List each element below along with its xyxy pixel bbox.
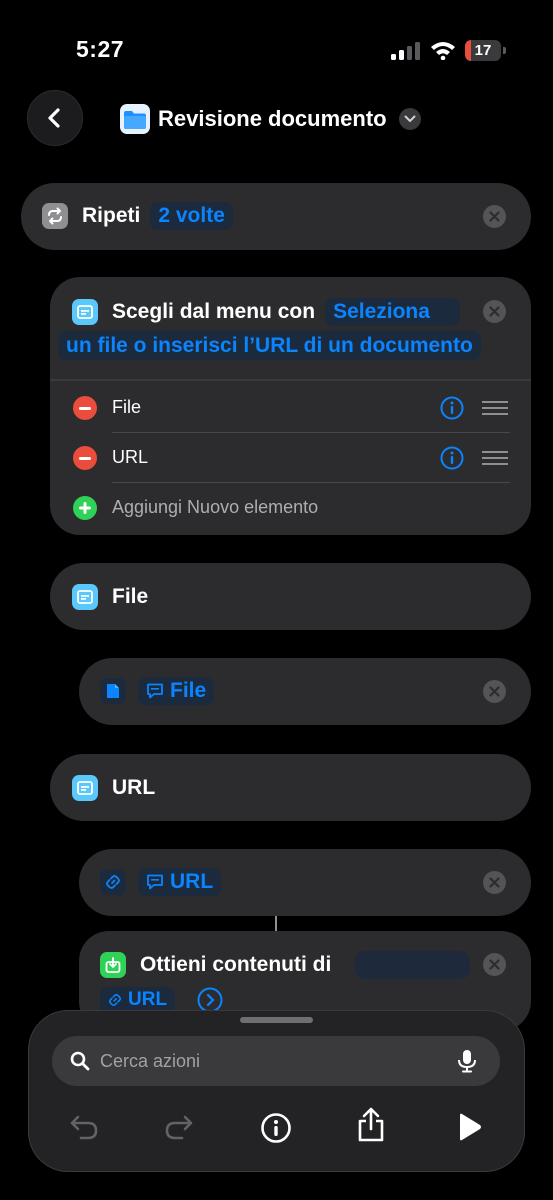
get-contents-url-label: URL (128, 989, 168, 1010)
download-icon (100, 952, 126, 978)
menu-item-url[interactable]: URL (112, 447, 148, 468)
search-icon (70, 1051, 90, 1071)
remove-repeat-button[interactable] (483, 205, 506, 228)
wifi-icon (431, 42, 455, 60)
choose-menu-icon (72, 299, 98, 325)
shortcut-title-menu[interactable]: Revisione documento (120, 100, 421, 138)
file-variable-label: File (170, 679, 207, 702)
close-icon (489, 306, 500, 317)
info-icon[interactable] (440, 446, 464, 470)
info-button[interactable] (258, 1110, 294, 1146)
reorder-handle-icon[interactable] (482, 450, 508, 466)
search-actions-field[interactable]: Cerca azioni (52, 1036, 500, 1086)
undo-button[interactable] (66, 1109, 102, 1145)
info-icon (261, 1113, 291, 1143)
add-item-label[interactable]: Aggiungi Nuovo elemento (112, 497, 318, 518)
title-dropdown[interactable] (398, 108, 421, 130)
status-time: 5:27 (76, 36, 125, 62)
url-variable-token[interactable]: URL (138, 868, 222, 896)
remove-file-variable-button[interactable] (483, 680, 506, 703)
close-icon (489, 959, 500, 970)
panel-grabber[interactable] (240, 1017, 313, 1023)
cellular-signal-icon (391, 42, 420, 60)
redo-icon (165, 1115, 193, 1140)
choose-menu-icon (72, 775, 98, 801)
play-icon (460, 1113, 481, 1141)
battery-indicator: 17 (465, 40, 507, 61)
share-icon (358, 1107, 384, 1142)
chevron-down-icon (404, 115, 416, 123)
repeat-label: Ripeti (82, 204, 141, 227)
menu-item-file[interactable]: File (112, 397, 141, 418)
repeat-icon (42, 203, 68, 229)
remove-item-url-button[interactable] (73, 446, 97, 470)
battery-level: 17 (474, 42, 492, 59)
plus-icon (79, 502, 91, 514)
back-button[interactable] (27, 90, 83, 146)
menu-prompt-token-continued[interactable]: un file o inserisci l’URL di un document… (58, 331, 481, 360)
link-icon (108, 993, 122, 1007)
url-parameter-placeholder[interactable] (355, 951, 470, 979)
url-variable-label: URL (170, 870, 214, 893)
share-button[interactable] (353, 1107, 389, 1143)
choose-menu-label: Scegli dal menu con (112, 300, 316, 323)
minus-icon (79, 406, 91, 410)
close-icon (489, 877, 500, 888)
magic-variable-icon (147, 683, 163, 699)
get-contents-label: Ottieni contenuti di (140, 953, 332, 976)
case-file-label: File (112, 585, 149, 608)
case-url-label: URL (112, 776, 156, 799)
close-icon (489, 211, 500, 222)
redo-button[interactable] (161, 1109, 197, 1145)
document-icon (100, 678, 126, 704)
minus-icon (79, 456, 91, 460)
add-item-button[interactable] (73, 496, 97, 520)
repeat-count-token[interactable]: 2 volte (150, 202, 233, 230)
remove-menu-button[interactable] (483, 300, 506, 323)
menu-prompt-token[interactable]: Seleziona (325, 298, 460, 326)
reorder-handle-icon[interactable] (482, 400, 508, 416)
file-variable-token[interactable]: File (138, 677, 215, 705)
chevron-left-icon (48, 108, 60, 128)
remove-url-variable-button[interactable] (483, 871, 506, 894)
info-icon[interactable] (440, 396, 464, 420)
link-icon (100, 869, 126, 895)
search-placeholder: Cerca azioni (100, 1050, 201, 1071)
close-icon (489, 686, 500, 697)
remove-get-contents-button[interactable] (483, 953, 506, 976)
files-app-icon (120, 104, 150, 134)
run-button[interactable] (451, 1109, 487, 1145)
connector-line (275, 916, 277, 932)
microphone-icon[interactable] (457, 1049, 477, 1073)
remove-item-file-button[interactable] (73, 396, 97, 420)
magic-variable-icon (147, 874, 163, 890)
undo-icon (70, 1115, 98, 1140)
choose-menu-icon (72, 584, 98, 610)
page-title: Revisione documento (158, 106, 387, 131)
actions-panel (28, 1010, 525, 1172)
